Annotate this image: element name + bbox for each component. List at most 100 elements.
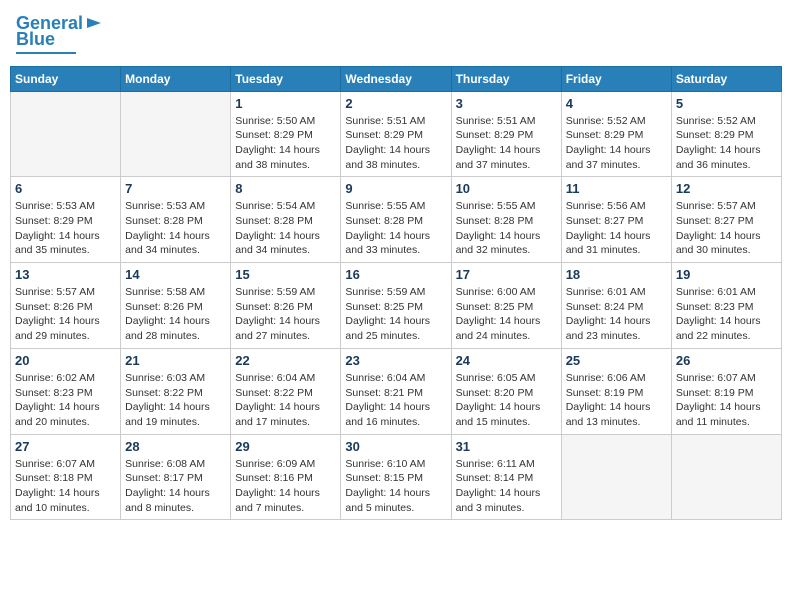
- day-number: 19: [676, 267, 777, 282]
- day-info: Sunrise: 5:57 AMSunset: 8:27 PMDaylight:…: [676, 199, 777, 258]
- day-number: 13: [15, 267, 116, 282]
- day-info: Sunrise: 5:50 AMSunset: 8:29 PMDaylight:…: [235, 114, 336, 173]
- logo-blue-text: Blue: [16, 30, 55, 50]
- day-info: Sunrise: 6:01 AMSunset: 8:24 PMDaylight:…: [566, 285, 667, 344]
- day-number: 8: [235, 181, 336, 196]
- calendar-cell: 26 Sunrise: 6:07 AMSunset: 8:19 PMDayligh…: [671, 348, 781, 434]
- day-number: 9: [345, 181, 446, 196]
- calendar-cell: 31 Sunrise: 6:11 AMSunset: 8:14 PMDayligh…: [451, 434, 561, 520]
- calendar-cell: 14 Sunrise: 5:58 AMSunset: 8:26 PMDayligh…: [121, 263, 231, 349]
- calendar-cell: 2 Sunrise: 5:51 AMSunset: 8:29 PMDaylight…: [341, 91, 451, 177]
- day-info: Sunrise: 5:57 AMSunset: 8:26 PMDaylight:…: [15, 285, 116, 344]
- day-number: 5: [676, 96, 777, 111]
- weekday-header-monday: Monday: [121, 66, 231, 91]
- calendar-cell: 12 Sunrise: 5:57 AMSunset: 8:27 PMDayligh…: [671, 177, 781, 263]
- logo-underline: [16, 52, 76, 54]
- day-number: 2: [345, 96, 446, 111]
- calendar-cell: 9 Sunrise: 5:55 AMSunset: 8:28 PMDaylight…: [341, 177, 451, 263]
- calendar-cell: 19 Sunrise: 6:01 AMSunset: 8:23 PMDayligh…: [671, 263, 781, 349]
- day-info: Sunrise: 6:05 AMSunset: 8:20 PMDaylight:…: [456, 371, 557, 430]
- weekday-header-row: SundayMondayTuesdayWednesdayThursdayFrid…: [11, 66, 782, 91]
- calendar-cell: 17 Sunrise: 6:00 AMSunset: 8:25 PMDayligh…: [451, 263, 561, 349]
- day-info: Sunrise: 5:53 AMSunset: 8:28 PMDaylight:…: [125, 199, 226, 258]
- calendar-cell: 1Sunrise: 5:50 AMSunset: 8:29 PMDaylight…: [231, 91, 341, 177]
- day-info: Sunrise: 6:04 AMSunset: 8:21 PMDaylight:…: [345, 371, 446, 430]
- calendar-week-row: 6 Sunrise: 5:53 AMSunset: 8:29 PMDaylight…: [11, 177, 782, 263]
- day-number: 23: [345, 353, 446, 368]
- day-number: 25: [566, 353, 667, 368]
- calendar-week-row: 20 Sunrise: 6:02 AMSunset: 8:23 PMDayligh…: [11, 348, 782, 434]
- calendar-cell: 20 Sunrise: 6:02 AMSunset: 8:23 PMDayligh…: [11, 348, 121, 434]
- calendar-cell: 27Sunrise: 6:07 AMSunset: 8:18 PMDayligh…: [11, 434, 121, 520]
- calendar-cell: 10 Sunrise: 5:55 AMSunset: 8:28 PMDayligh…: [451, 177, 561, 263]
- day-info: Sunrise: 6:00 AMSunset: 8:25 PMDaylight:…: [456, 285, 557, 344]
- weekday-header-sunday: Sunday: [11, 66, 121, 91]
- day-number: 17: [456, 267, 557, 282]
- calendar-cell: 25 Sunrise: 6:06 AMSunset: 8:19 PMDayligh…: [561, 348, 671, 434]
- day-number: 12: [676, 181, 777, 196]
- day-info: Sunrise: 5:56 AMSunset: 8:27 PMDaylight:…: [566, 199, 667, 258]
- calendar-cell: [11, 91, 121, 177]
- day-number: 24: [456, 353, 557, 368]
- calendar-week-row: 27Sunrise: 6:07 AMSunset: 8:18 PMDayligh…: [11, 434, 782, 520]
- calendar-table: SundayMondayTuesdayWednesdayThursdayFrid…: [10, 66, 782, 521]
- page-header: General Blue: [10, 10, 782, 58]
- day-number: 16: [345, 267, 446, 282]
- calendar-cell: 29 Sunrise: 6:09 AMSunset: 8:16 PMDayligh…: [231, 434, 341, 520]
- day-number: 31: [456, 439, 557, 454]
- day-info: Sunrise: 5:59 AMSunset: 8:25 PMDaylight:…: [345, 285, 446, 344]
- day-info: Sunrise: 5:52 AMSunset: 8:29 PMDaylight:…: [676, 114, 777, 173]
- day-number: 18: [566, 267, 667, 282]
- day-info: Sunrise: 6:03 AMSunset: 8:22 PMDaylight:…: [125, 371, 226, 430]
- day-info: Sunrise: 6:04 AMSunset: 8:22 PMDaylight:…: [235, 371, 336, 430]
- calendar-week-row: 1Sunrise: 5:50 AMSunset: 8:29 PMDaylight…: [11, 91, 782, 177]
- weekday-header-thursday: Thursday: [451, 66, 561, 91]
- day-info: Sunrise: 5:52 AMSunset: 8:29 PMDaylight:…: [566, 114, 667, 173]
- day-info: Sunrise: 5:58 AMSunset: 8:26 PMDaylight:…: [125, 285, 226, 344]
- day-number: 3: [456, 96, 557, 111]
- calendar-cell: 16 Sunrise: 5:59 AMSunset: 8:25 PMDayligh…: [341, 263, 451, 349]
- logo: General Blue: [16, 14, 103, 54]
- calendar-cell: [671, 434, 781, 520]
- calendar-cell: 21 Sunrise: 6:03 AMSunset: 8:22 PMDayligh…: [121, 348, 231, 434]
- day-info: Sunrise: 5:53 AMSunset: 8:29 PMDaylight:…: [15, 199, 116, 258]
- day-info: Sunrise: 6:02 AMSunset: 8:23 PMDaylight:…: [15, 371, 116, 430]
- calendar-week-row: 13 Sunrise: 5:57 AMSunset: 8:26 PMDayligh…: [11, 263, 782, 349]
- day-info: Sunrise: 6:07 AMSunset: 8:18 PMDaylight:…: [15, 457, 116, 516]
- day-number: 20: [15, 353, 116, 368]
- calendar-cell: 15 Sunrise: 5:59 AMSunset: 8:26 PMDayligh…: [231, 263, 341, 349]
- weekday-header-saturday: Saturday: [671, 66, 781, 91]
- day-info: Sunrise: 6:01 AMSunset: 8:23 PMDaylight:…: [676, 285, 777, 344]
- calendar-cell: 5 Sunrise: 5:52 AMSunset: 8:29 PMDaylight…: [671, 91, 781, 177]
- day-number: 28: [125, 439, 226, 454]
- calendar-cell: 18 Sunrise: 6:01 AMSunset: 8:24 PMDayligh…: [561, 263, 671, 349]
- day-info: Sunrise: 5:55 AMSunset: 8:28 PMDaylight:…: [456, 199, 557, 258]
- calendar-cell: 11 Sunrise: 5:56 AMSunset: 8:27 PMDayligh…: [561, 177, 671, 263]
- day-number: 14: [125, 267, 226, 282]
- calendar-cell: 30Sunrise: 6:10 AMSunset: 8:15 PMDayligh…: [341, 434, 451, 520]
- day-info: Sunrise: 6:07 AMSunset: 8:19 PMDaylight:…: [676, 371, 777, 430]
- calendar-cell: 24 Sunrise: 6:05 AMSunset: 8:20 PMDayligh…: [451, 348, 561, 434]
- day-info: Sunrise: 6:06 AMSunset: 8:19 PMDaylight:…: [566, 371, 667, 430]
- day-number: 6: [15, 181, 116, 196]
- day-number: 10: [456, 181, 557, 196]
- weekday-header-friday: Friday: [561, 66, 671, 91]
- day-info: Sunrise: 5:55 AMSunset: 8:28 PMDaylight:…: [345, 199, 446, 258]
- day-info: Sunrise: 6:11 AMSunset: 8:14 PMDaylight:…: [456, 457, 557, 516]
- calendar-cell: 23 Sunrise: 6:04 AMSunset: 8:21 PMDayligh…: [341, 348, 451, 434]
- day-info: Sunrise: 6:10 AMSunset: 8:15 PMDaylight:…: [345, 457, 446, 516]
- day-number: 21: [125, 353, 226, 368]
- day-number: 15: [235, 267, 336, 282]
- day-info: Sunrise: 6:09 AMSunset: 8:16 PMDaylight:…: [235, 457, 336, 516]
- day-info: Sunrise: 5:54 AMSunset: 8:28 PMDaylight:…: [235, 199, 336, 258]
- day-number: 29: [235, 439, 336, 454]
- calendar-cell: [121, 91, 231, 177]
- day-info: Sunrise: 5:51 AMSunset: 8:29 PMDaylight:…: [345, 114, 446, 173]
- calendar-cell: 3Sunrise: 5:51 AMSunset: 8:29 PMDaylight…: [451, 91, 561, 177]
- day-number: 11: [566, 181, 667, 196]
- day-info: Sunrise: 5:59 AMSunset: 8:26 PMDaylight:…: [235, 285, 336, 344]
- logo-arrow-icon: [85, 14, 103, 32]
- calendar-cell: 7Sunrise: 5:53 AMSunset: 8:28 PMDaylight…: [121, 177, 231, 263]
- day-number: 26: [676, 353, 777, 368]
- day-info: Sunrise: 6:08 AMSunset: 8:17 PMDaylight:…: [125, 457, 226, 516]
